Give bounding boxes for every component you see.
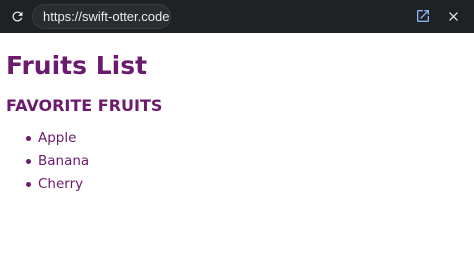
browser-toolbar: https://swift-otter.codecl <box>0 0 474 33</box>
open-in-new-tab-button[interactable] <box>414 7 432 25</box>
url-text: https://swift-otter.codecl <box>43 9 171 24</box>
bullet-icon <box>26 182 31 187</box>
bullet-icon <box>26 159 31 164</box>
fruit-list: Apple Banana Cherry <box>0 127 89 196</box>
address-bar[interactable]: https://swift-otter.codecl <box>32 4 171 29</box>
close-icon <box>448 11 458 21</box>
reload-icon <box>12 11 22 21</box>
bullet-icon <box>26 136 31 141</box>
list-item-label: Apple <box>38 130 77 146</box>
section-heading: FAVORITE FRUITS <box>6 96 163 115</box>
list-item: Cherry <box>0 173 89 196</box>
close-button[interactable] <box>444 7 462 25</box>
list-item: Apple <box>0 127 89 150</box>
list-item-label: Banana <box>38 153 90 169</box>
page-content: Fruits List FAVORITE FRUITS Apple Banana… <box>0 33 474 255</box>
page-title: Fruits List <box>6 51 148 80</box>
reload-button[interactable] <box>8 7 26 25</box>
open-external-icon <box>417 10 429 22</box>
list-item: Banana <box>0 150 89 173</box>
list-item-label: Cherry <box>38 176 84 192</box>
